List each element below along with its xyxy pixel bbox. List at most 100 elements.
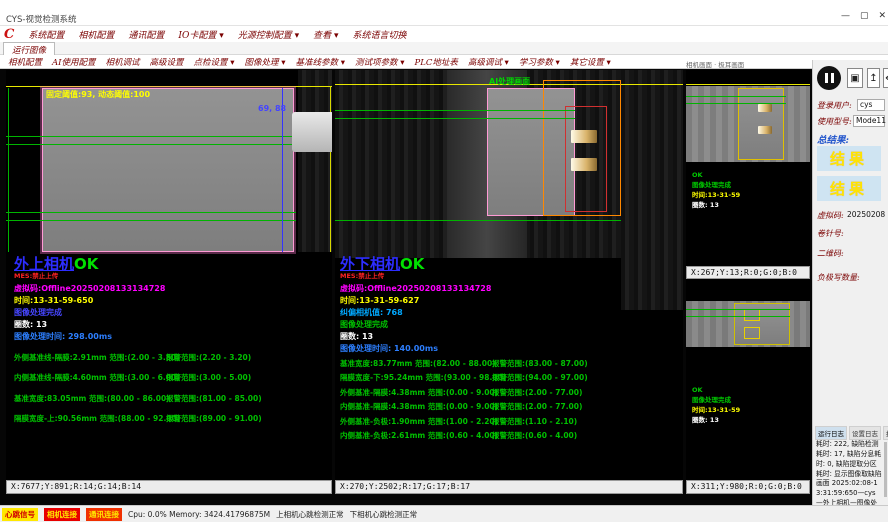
- mini-status-line: 圈数: 13: [692, 200, 740, 210]
- measurement-row: 外侧基准-隔膜:4.38mm 范围:(0.00 - 9.00) 报警范围:(2.…: [340, 389, 588, 397]
- green-scan-line: [6, 136, 296, 137]
- blue-measure-label: 69, 88: [258, 104, 286, 113]
- menu-language-switch[interactable]: 系统语言切换: [353, 28, 407, 41]
- pin-label: 卷针号:: [817, 228, 844, 239]
- tool-other-settings[interactable]: 其它设置 ▾: [570, 56, 611, 68]
- app-logo-icon: C: [4, 28, 14, 41]
- tool-test-params[interactable]: 测试项参数 ▾: [355, 56, 404, 68]
- measurement-row: 内侧基准-负极:2.61mm 范围:(0.60 - 4.00) 报警范围:(0.…: [340, 432, 588, 440]
- tool-spotcheck-settings[interactable]: 点检设置 ▾: [194, 56, 235, 68]
- left-result-block: 外上相机OK MES:禁止上传 虚拟码:Offline2025020813313…: [14, 256, 262, 423]
- alarm-range: 报警范围:(2.20 - 3.20): [166, 354, 251, 362]
- right-top-coordinate-strip: X:267;Y:13;R:0;G:0;B:0: [686, 266, 810, 279]
- log-scrollbar[interactable]: [884, 442, 887, 497]
- log-tab-alarm[interactable]: 报警日志: [883, 426, 888, 440]
- measurement-value: 基准宽度:83.05mm 范围:(80.00 - 86.00): [14, 395, 166, 403]
- mini-status-line: OK: [692, 385, 740, 395]
- pause-button[interactable]: [817, 66, 841, 90]
- measurement-value: 基准宽度:83.77mm 范围:(82.00 - 88.00): [340, 360, 492, 368]
- menu-comm-config[interactable]: 通讯配置: [128, 28, 164, 41]
- measurement-value: 内侧基准线-隔膜:4.60mm 范围:(3.00 - 6.00): [14, 374, 166, 382]
- maximize-button[interactable]: ▢: [860, 11, 869, 21]
- green-scan-line: [6, 220, 296, 221]
- mini-status-line: 图像处理完成: [692, 180, 740, 190]
- tool-plc-address[interactable]: PLC地址表: [414, 56, 457, 68]
- vcode-label: 虚拟码:: [817, 210, 844, 221]
- right-top-text-block: OK 图像处理完成 时间:13-31-59 圈数: 13: [692, 170, 740, 210]
- menu-io-config[interactable]: IO卡配置 ▾: [178, 28, 223, 41]
- alarm-range: 报警范围:(0.60 - 4.00): [492, 432, 577, 440]
- left-coordinate-strip: X:7677;Y:891;R:14;G:14;B:14: [6, 480, 332, 494]
- titlebar: CYS-视觉检测系统 — ▢ ✕: [0, 0, 888, 26]
- right-bottom-coordinate-strip: X:311;Y:980;R:0;G:0;B:0: [686, 480, 810, 494]
- right-bottom-view[interactable]: OK 图像处理完成 时间:13-31-59 圈数: 13: [686, 279, 810, 480]
- ai-frame-overlay-label: AI处理画面: [489, 76, 530, 87]
- model-field[interactable]: Mode11: [853, 115, 885, 127]
- mid-camera-view[interactable]: AI处理画面 外下相机OK MES:禁止上传 虚拟码:Offline202502…: [335, 70, 683, 480]
- measurement-row: 外侧基准线-隔膜:2.91mm 范围:(2.00 - 3.50) 报警范围:(2…: [14, 354, 262, 362]
- green-edge-line: [8, 88, 9, 252]
- alarm-range: 报警范围:(2.00 - 77.00): [492, 389, 582, 397]
- alarm-range: 报警范围:(83.00 - 87.00): [492, 360, 588, 368]
- tab-blob: [571, 158, 597, 171]
- camera-connection-badge: 相机连接: [44, 508, 80, 521]
- left-camera-view[interactable]: 固定阈值:93, 动态阈值:100 69, 88 外上相机OK MES:禁止上传…: [6, 70, 332, 480]
- yellow-roi-box: [744, 309, 760, 321]
- measurement-row: 外侧基准-负极:1.90mm 范围:(1.00 - 2.20) 报警范围:(1.…: [340, 418, 588, 426]
- mini-status-line: 时间:13-31-59: [692, 405, 740, 415]
- result-box-2: 结果: [817, 176, 881, 201]
- tool-advanced-settings[interactable]: 高级设置: [150, 56, 184, 68]
- green-scan-line: [335, 110, 575, 111]
- measurement-row: 基准宽度:83.77mm 范围:(82.00 - 88.00) 报警范围:(83…: [340, 360, 588, 368]
- right-bottom-text-block: OK 图像处理完成 时间:13-31-59 圈数: 13: [692, 385, 740, 425]
- tab-blob: [758, 126, 772, 134]
- log-tab-settings[interactable]: 设置日志: [849, 426, 881, 440]
- mid-camera-result: OK: [400, 255, 424, 273]
- tool-advanced-debug[interactable]: 高级调试 ▾: [468, 56, 509, 68]
- alarm-range: 报警范围:(1.10 - 2.10): [492, 418, 577, 426]
- tool-camera-debug[interactable]: 相机调试: [106, 56, 140, 68]
- process-status: 图像处理完成: [340, 321, 588, 329]
- negative-count-label: 负极写数量:: [817, 272, 860, 283]
- mes-status: MES:禁止上传: [340, 273, 588, 280]
- right-top-view[interactable]: OK 图像处理完成 时间:13-31-59 圈数: 13: [686, 70, 810, 266]
- tab-blob: [571, 130, 597, 143]
- tool-camera-config[interactable]: 相机配置: [8, 56, 42, 68]
- capture-time: 时间:13-31-59-650: [14, 297, 262, 305]
- enter-button[interactable]: ↵: [883, 68, 888, 88]
- tool-image-processing[interactable]: 图像处理 ▾: [245, 56, 286, 68]
- tabstrip: 运行图像: [0, 42, 888, 55]
- mid-result-block: 外下相机OK MES:禁止上传 虚拟码:Offline2025020813313…: [340, 256, 588, 440]
- camera-snapshot-button[interactable]: ▣: [847, 68, 863, 88]
- minimize-button[interactable]: —: [841, 11, 850, 21]
- upper-camera-heartbeat: 上相机心跳检测正常: [276, 509, 344, 520]
- log-tab-run[interactable]: 运行日志: [815, 426, 847, 440]
- virtual-code: 虚拟码:Offline20250208133134728: [14, 285, 262, 293]
- cpu-memory-status: Cpu: 0.0% Memory: 3424.41796875M: [128, 510, 270, 519]
- tool-baseline-params[interactable]: 基准线参数 ▾: [296, 56, 345, 68]
- green-scan-line: [335, 118, 575, 119]
- login-user-field[interactable]: cys: [857, 99, 885, 111]
- menu-system-config[interactable]: 系统配置: [28, 28, 64, 41]
- left-camera-result: OK: [74, 255, 98, 273]
- menu-camera-config[interactable]: 相机配置: [78, 28, 114, 41]
- menu-view[interactable]: 查看 ▾: [313, 28, 338, 41]
- green-scan-line: [335, 220, 621, 221]
- model-label: 使用型号:: [817, 116, 852, 127]
- close-button[interactable]: ✕: [878, 11, 886, 21]
- upload-button[interactable]: ↥: [867, 68, 880, 88]
- menu-light-config[interactable]: 光源控制配置 ▾: [238, 28, 299, 41]
- vcode-value: 20250208: [847, 210, 885, 219]
- measurement-row: 基准宽度:83.05mm 范围:(80.00 - 86.00) 报警范围:(81…: [14, 395, 262, 403]
- process-time: 图像处理时间: 298.00ms: [14, 333, 262, 341]
- cell-region: [738, 88, 784, 160]
- tool-learning-params[interactable]: 学习参数 ▾: [519, 56, 560, 68]
- tab-run-image[interactable]: 运行图像: [3, 42, 55, 55]
- control-panel: ▣ ↥ ↵ 登录用户: cys 使用型号: Mode11 总结果: 结果 结果 …: [812, 60, 888, 505]
- tool-ai-config[interactable]: AI使用配置: [52, 56, 96, 68]
- mini-status-line: 圈数: 13: [692, 415, 740, 425]
- login-user-label: 登录用户:: [817, 100, 852, 111]
- green-scan-line: [6, 144, 296, 145]
- lower-camera-heartbeat: 下相机心跳检测正常: [350, 509, 418, 520]
- alarm-range: 报警范围:(3.00 - 5.00): [166, 374, 251, 382]
